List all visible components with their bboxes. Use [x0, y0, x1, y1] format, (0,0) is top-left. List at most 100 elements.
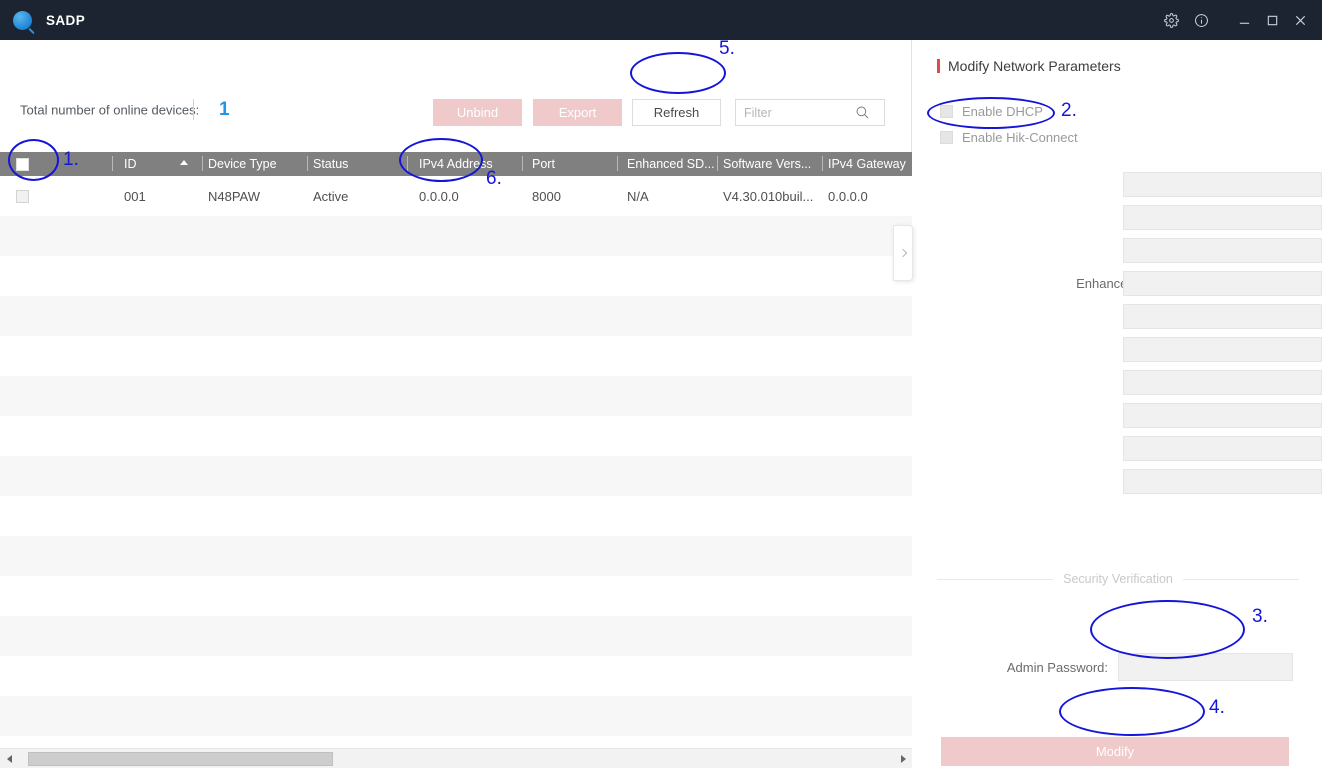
column-divider [407, 156, 408, 171]
window-controls [1156, 0, 1322, 40]
field-row-gateway: Gateway: [913, 337, 1322, 362]
chevron-right-icon[interactable] [894, 749, 912, 768]
enable-dhcp-row[interactable]: Enable DHCP [940, 104, 1043, 119]
column-header-ipv4-address-label: IPv4 Address [419, 157, 493, 171]
panel-collapse-handle[interactable] [893, 225, 913, 281]
field-row-ip-address: IP Address: [913, 205, 1322, 230]
table-row-empty [0, 536, 912, 576]
table-row-empty [0, 576, 912, 616]
column-header-ipv4-gateway[interactable]: IPv4 Gateway [820, 152, 920, 176]
ipv6-prefix-length-input[interactable] [1123, 436, 1322, 461]
admin-password-input[interactable] [1118, 653, 1293, 681]
enhanced-sdk-service-port-input[interactable] [1123, 271, 1322, 296]
cell-status: Active [305, 176, 405, 216]
column-divider [822, 156, 823, 171]
modify-network-parameters-panel: Modify Network Parameters Enable DHCP En… [913, 40, 1322, 768]
table-row[interactable]: 001 N48PAW Active 0.0.0.0 8000 N/A V4.30… [0, 176, 912, 216]
chevron-right-icon [899, 249, 907, 257]
refresh-button[interactable]: Refresh [632, 99, 721, 126]
field-row-ipv6-prefix-length: IPv6 Prefix Length: [913, 436, 1322, 461]
ipv6-address-input[interactable] [1123, 370, 1322, 395]
horizontal-scrollbar[interactable] [0, 748, 912, 768]
enable-hik-connect-row[interactable]: Enable Hik-Connect [940, 130, 1078, 145]
filter-box [735, 99, 885, 126]
divider-line [1183, 579, 1299, 580]
chevron-left-icon[interactable] [0, 749, 18, 768]
column-divider [307, 156, 308, 171]
http-port-input[interactable] [1123, 469, 1322, 494]
table-row-empty [0, 696, 912, 736]
column-header-device-type-label: Device Type [208, 157, 277, 171]
enable-dhcp-checkbox[interactable] [940, 105, 953, 118]
column-header-ipv4-address[interactable]: IPv4 Address [405, 152, 520, 176]
column-header-software-version-label: Software Vers... [723, 157, 811, 171]
port-input[interactable] [1123, 238, 1322, 263]
field-row-port: Port: [913, 238, 1322, 263]
device-list-area: Total number of online devices: 1 Unbind… [0, 40, 912, 768]
field-row-subnet-mask: Subnet Mask: [913, 304, 1322, 329]
modify-button[interactable]: Modify [941, 737, 1289, 766]
close-icon[interactable] [1286, 0, 1314, 40]
search-input[interactable] [736, 100, 848, 125]
column-header-status[interactable]: Status [305, 152, 405, 176]
field-row-ipv6-address: IPv6 Address: [913, 370, 1322, 395]
security-verification-label: Security Verification [1053, 572, 1183, 586]
security-verification-divider: Security Verification [937, 572, 1299, 586]
enable-dhcp-label: Enable DHCP [962, 104, 1043, 119]
column-divider [112, 156, 113, 171]
admin-password-label: Admin Password: [913, 660, 1118, 675]
scrollbar-track[interactable] [18, 752, 894, 766]
cell-software-version: V4.30.010buil... [715, 176, 820, 216]
column-header-status-label: Status [313, 157, 348, 171]
row-select-cell[interactable] [0, 176, 110, 216]
select-all-header[interactable] [0, 152, 110, 176]
column-divider [522, 156, 523, 171]
cell-port: 8000 [520, 176, 615, 216]
ip-address-input[interactable] [1123, 205, 1322, 230]
cell-device-type: N48PAW [200, 176, 305, 216]
field-row-http-port: HTTP Port: [913, 469, 1322, 494]
column-header-port[interactable]: Port [520, 152, 615, 176]
column-header-id[interactable]: ID [110, 152, 200, 176]
enable-hik-connect-checkbox[interactable] [940, 131, 953, 144]
maximize-icon[interactable] [1258, 0, 1286, 40]
ipv6-gateway-input[interactable] [1123, 403, 1322, 428]
accent-bar [937, 59, 940, 73]
table-body: 001 N48PAW Active 0.0.0.0 8000 N/A V4.30… [0, 176, 912, 768]
scrollbar-thumb[interactable] [28, 752, 333, 766]
search-icon[interactable] [848, 105, 876, 120]
minimize-icon[interactable] [1230, 0, 1258, 40]
gateway-input[interactable] [1123, 337, 1322, 362]
table-row-empty [0, 296, 912, 336]
empty-rows-container [0, 216, 912, 768]
title-bar: SADP [0, 0, 1322, 40]
gear-icon[interactable] [1156, 0, 1186, 40]
sadp-window: SADP [0, 0, 1322, 768]
total-devices-label: Total number of online devices: [20, 103, 199, 118]
table-row-empty [0, 256, 912, 296]
column-divider [617, 156, 618, 171]
cell-id: 001 [110, 176, 200, 216]
row-checkbox[interactable] [16, 190, 29, 203]
unbind-button[interactable]: Unbind [433, 99, 522, 126]
column-header-enhanced-sdk-label: Enhanced SD... [627, 157, 715, 171]
column-divider [202, 156, 203, 171]
table-row-empty [0, 616, 912, 656]
cell-ipv4-gateway: 0.0.0.0 [820, 176, 912, 216]
info-icon[interactable] [1186, 0, 1216, 40]
column-header-enhanced-sdk[interactable]: Enhanced SD... [615, 152, 715, 176]
field-row-device-serial-no: Device Serial No.: [913, 172, 1322, 197]
column-header-device-type[interactable]: Device Type [200, 152, 305, 176]
device-serial-no-input[interactable] [1123, 172, 1322, 197]
column-header-software-version[interactable]: Software Vers... [715, 152, 820, 176]
table-row-empty [0, 456, 912, 496]
toolbar: Total number of online devices: 1 Unbind… [0, 40, 912, 108]
select-all-checkbox[interactable] [16, 158, 29, 171]
column-header-port-label: Port [532, 157, 555, 171]
app-title: SADP [46, 13, 85, 28]
subnet-mask-input[interactable] [1123, 304, 1322, 329]
enable-hik-connect-label: Enable Hik-Connect [962, 130, 1078, 145]
cell-ipv4-address: 0.0.0.0 [405, 176, 520, 216]
export-button[interactable]: Export [533, 99, 622, 126]
admin-password-row: Admin Password: [913, 653, 1322, 681]
